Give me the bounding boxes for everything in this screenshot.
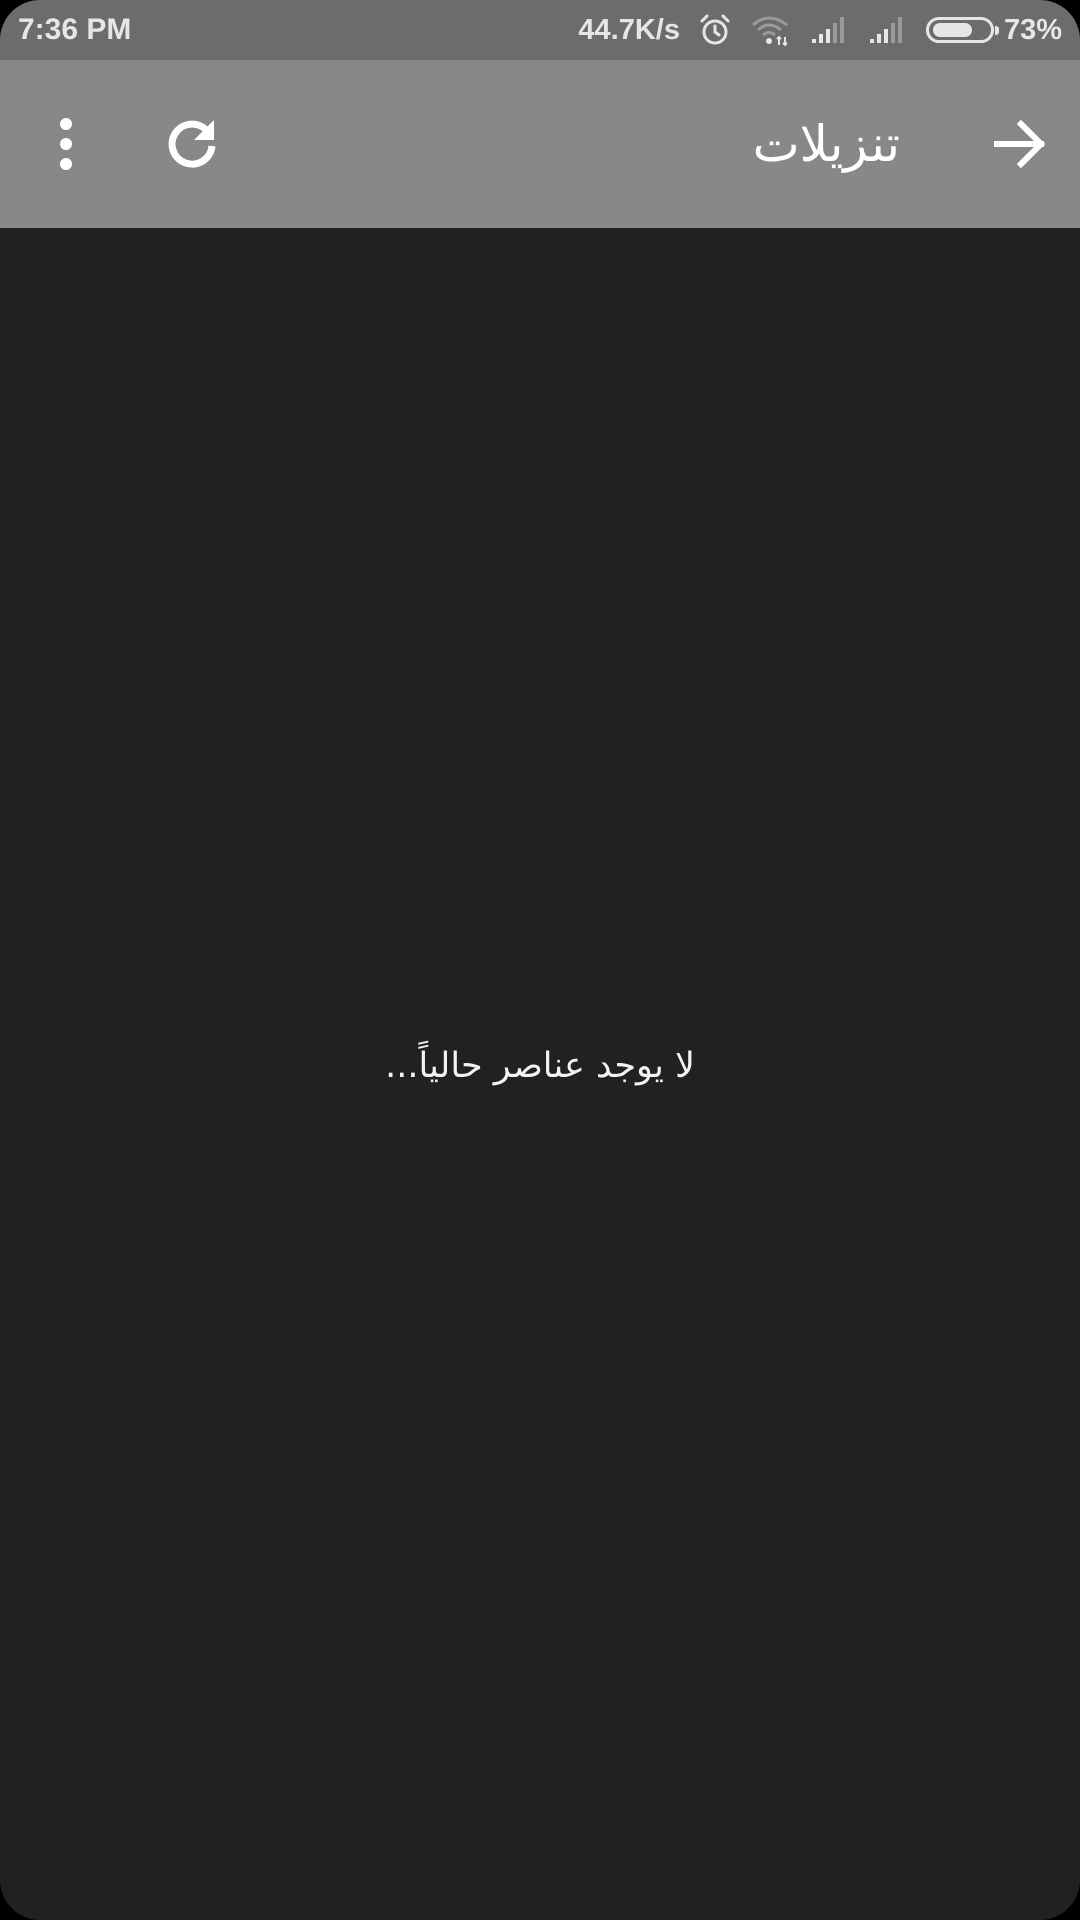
battery-indicator: 73% [925, 13, 1062, 47]
app-bar: تنزيلات [0, 60, 1080, 228]
more-vert-icon [60, 118, 72, 170]
alarm-icon [698, 13, 732, 47]
status-bar: 7:36 PM 44.7K/s 73% [0, 0, 1080, 60]
status-icons: 44.7K/s 73% [578, 0, 1062, 60]
wifi-icon [750, 13, 792, 47]
status-time: 7:36 PM [18, 13, 132, 46]
arrow-forward-icon [994, 119, 1046, 169]
more-options-button[interactable] [6, 60, 126, 228]
battery-percent: 73% [1003, 13, 1062, 46]
refresh-icon [168, 120, 216, 168]
signal-icon [810, 15, 850, 45]
battery-fill [932, 23, 972, 37]
battery-icon [925, 17, 999, 43]
app-screen: 7:36 PM 44.7K/s 73% تنزيلات لا يوجد عناص… [0, 0, 1080, 1920]
network-speed: 44.7K/s [578, 13, 680, 46]
page-title: تنزيلات [752, 115, 900, 173]
refresh-button[interactable] [132, 60, 252, 228]
empty-state-message: لا يوجد عناصر حالياً... [385, 1046, 695, 1086]
battery-tip [994, 26, 999, 35]
back-button[interactable] [960, 60, 1080, 228]
signal-icon [868, 15, 908, 45]
